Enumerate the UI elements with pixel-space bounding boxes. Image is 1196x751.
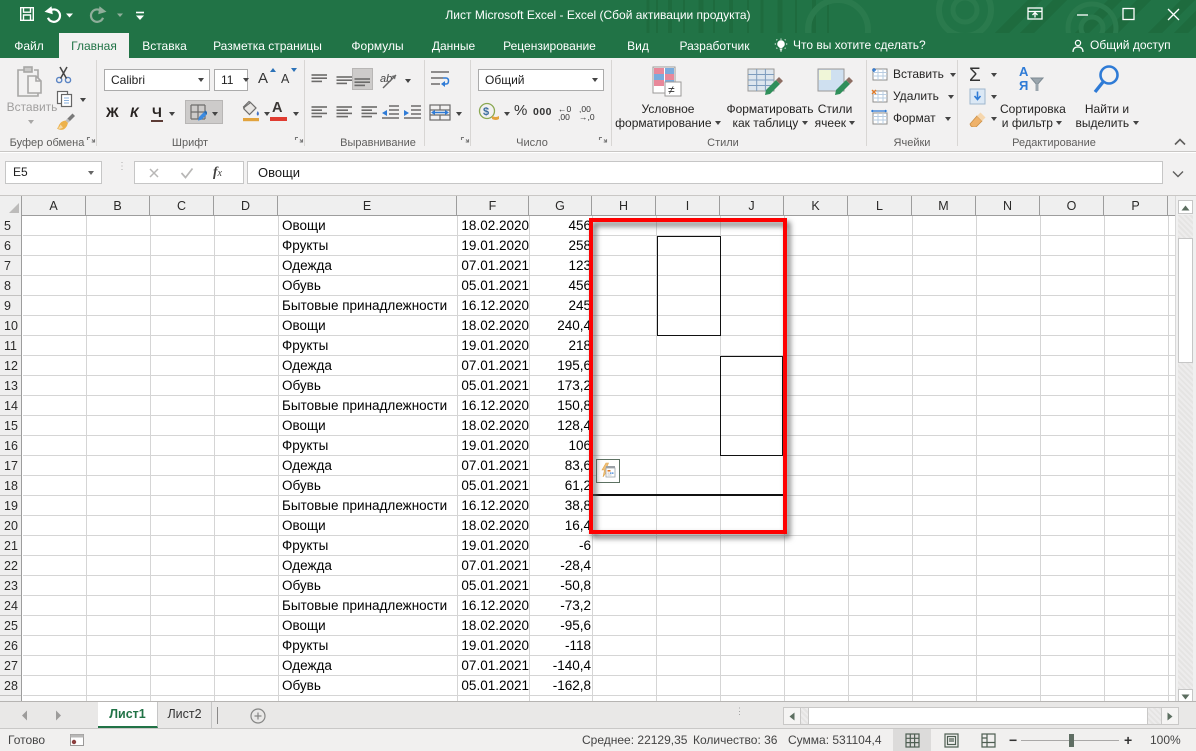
- svg-text:→,0: →,0: [579, 112, 595, 121]
- svg-text:≠: ≠: [668, 83, 675, 97]
- svg-text:А: А: [1019, 64, 1029, 79]
- svg-text:Я: Я: [1019, 78, 1028, 93]
- svg-text:$: $: [483, 106, 489, 118]
- svg-text:ab: ab: [380, 73, 392, 85]
- svg-text:,00: ,00: [558, 112, 570, 121]
